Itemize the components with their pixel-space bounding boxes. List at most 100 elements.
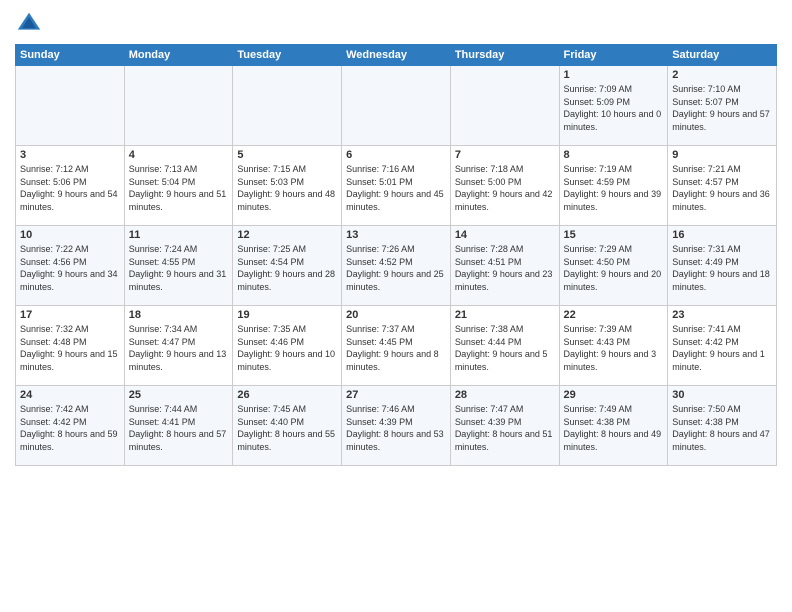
- logo-icon: [15, 10, 43, 38]
- day-number: 7: [455, 149, 555, 161]
- day-info: Sunrise: 7:13 AM Sunset: 5:04 PM Dayligh…: [129, 163, 229, 213]
- calendar-cell: [16, 66, 125, 146]
- header: [15, 10, 777, 38]
- day-info: Sunrise: 7:10 AM Sunset: 5:07 PM Dayligh…: [672, 83, 772, 133]
- calendar-cell: 27 Sunrise: 7:46 AM Sunset: 4:39 PM Dayli…: [342, 386, 451, 466]
- calendar-cell: 18 Sunrise: 7:34 AM Sunset: 4:47 PM Dayli…: [124, 306, 233, 386]
- day-info: Sunrise: 7:47 AM Sunset: 4:39 PM Dayligh…: [455, 403, 555, 453]
- weekday-header-saturday: Saturday: [668, 45, 777, 66]
- day-info: Sunrise: 7:38 AM Sunset: 4:44 PM Dayligh…: [455, 323, 555, 373]
- calendar-week-2: 3 Sunrise: 7:12 AM Sunset: 5:06 PM Daylig…: [16, 146, 777, 226]
- calendar-week-3: 10 Sunrise: 7:22 AM Sunset: 4:56 PM Dayli…: [16, 226, 777, 306]
- day-info: Sunrise: 7:21 AM Sunset: 4:57 PM Dayligh…: [672, 163, 772, 213]
- day-info: Sunrise: 7:15 AM Sunset: 5:03 PM Dayligh…: [237, 163, 337, 213]
- calendar-cell: 11Sunrise: 7:24 AM Sunset: 4:55 PM Dayli…: [124, 226, 233, 306]
- day-info: Sunrise: 7:18 AM Sunset: 5:00 PM Dayligh…: [455, 163, 555, 213]
- calendar-cell: 8 Sunrise: 7:19 AM Sunset: 4:59 PM Daylig…: [559, 146, 668, 226]
- calendar-cell: 16Sunrise: 7:31 AM Sunset: 4:49 PM Dayli…: [668, 226, 777, 306]
- calendar-cell: 17Sunrise: 7:32 AM Sunset: 4:48 PM Dayli…: [16, 306, 125, 386]
- day-number: 19: [237, 309, 337, 321]
- day-info: Sunrise: 7:34 AM Sunset: 4:47 PM Dayligh…: [129, 323, 229, 373]
- day-info: Sunrise: 7:26 AM Sunset: 4:52 PM Dayligh…: [346, 243, 446, 293]
- calendar-cell: 5 Sunrise: 7:15 AM Sunset: 5:03 PM Daylig…: [233, 146, 342, 226]
- day-number: 12: [237, 229, 337, 241]
- day-info: Sunrise: 7:16 AM Sunset: 5:01 PM Dayligh…: [346, 163, 446, 213]
- day-info: Sunrise: 7:35 AM Sunset: 4:46 PM Dayligh…: [237, 323, 337, 373]
- calendar-cell: 28 Sunrise: 7:47 AM Sunset: 4:39 PM Dayli…: [450, 386, 559, 466]
- calendar-table: SundayMondayTuesdayWednesdayThursdayFrid…: [15, 44, 777, 466]
- weekday-header-friday: Friday: [559, 45, 668, 66]
- day-info: Sunrise: 7:46 AM Sunset: 4:39 PM Dayligh…: [346, 403, 446, 453]
- day-number: 6: [346, 149, 446, 161]
- calendar-cell: [450, 66, 559, 146]
- day-number: 24: [20, 389, 120, 401]
- day-info: Sunrise: 7:25 AM Sunset: 4:54 PM Dayligh…: [237, 243, 337, 293]
- day-info: Sunrise: 7:39 AM Sunset: 4:43 PM Dayligh…: [564, 323, 664, 373]
- day-info: Sunrise: 7:28 AM Sunset: 4:51 PM Dayligh…: [455, 243, 555, 293]
- day-info: Sunrise: 7:12 AM Sunset: 5:06 PM Dayligh…: [20, 163, 120, 213]
- weekday-header-monday: Monday: [124, 45, 233, 66]
- calendar-cell: 7 Sunrise: 7:18 AM Sunset: 5:00 PM Daylig…: [450, 146, 559, 226]
- calendar-cell: 23Sunrise: 7:41 AM Sunset: 4:42 PM Dayli…: [668, 306, 777, 386]
- calendar-cell: [124, 66, 233, 146]
- weekday-header-tuesday: Tuesday: [233, 45, 342, 66]
- calendar-cell: 13 Sunrise: 7:26 AM Sunset: 4:52 PM Dayli…: [342, 226, 451, 306]
- day-number: 13: [346, 229, 446, 241]
- day-number: 8: [564, 149, 664, 161]
- day-info: Sunrise: 7:37 AM Sunset: 4:45 PM Dayligh…: [346, 323, 446, 373]
- day-number: 18: [129, 309, 229, 321]
- day-number: 20: [346, 309, 446, 321]
- calendar-cell: 6 Sunrise: 7:16 AM Sunset: 5:01 PM Daylig…: [342, 146, 451, 226]
- calendar-cell: 12 Sunrise: 7:25 AM Sunset: 4:54 PM Dayli…: [233, 226, 342, 306]
- day-info: Sunrise: 7:22 AM Sunset: 4:56 PM Dayligh…: [20, 243, 120, 293]
- day-info: Sunrise: 7:19 AM Sunset: 4:59 PM Dayligh…: [564, 163, 664, 213]
- weekday-header-sunday: Sunday: [16, 45, 125, 66]
- weekday-header-wednesday: Wednesday: [342, 45, 451, 66]
- day-number: 28: [455, 389, 555, 401]
- calendar-cell: 4 Sunrise: 7:13 AM Sunset: 5:04 PM Daylig…: [124, 146, 233, 226]
- day-number: 22: [564, 309, 664, 321]
- day-number: 23: [672, 309, 772, 321]
- day-info: Sunrise: 7:09 AM Sunset: 5:09 PM Dayligh…: [564, 83, 664, 133]
- day-number: 2: [672, 69, 772, 81]
- day-number: 25: [129, 389, 229, 401]
- day-number: 26: [237, 389, 337, 401]
- day-number: 14: [455, 229, 555, 241]
- day-number: 10: [20, 229, 120, 241]
- day-number: 4: [129, 149, 229, 161]
- day-number: 17: [20, 309, 120, 321]
- calendar-cell: 2 Sunrise: 7:10 AM Sunset: 5:07 PM Daylig…: [668, 66, 777, 146]
- calendar-cell: 19 Sunrise: 7:35 AM Sunset: 4:46 PM Dayli…: [233, 306, 342, 386]
- day-info: Sunrise: 7:31 AM Sunset: 4:49 PM Dayligh…: [672, 243, 772, 293]
- day-number: 27: [346, 389, 446, 401]
- day-info: Sunrise: 7:29 AM Sunset: 4:50 PM Dayligh…: [564, 243, 664, 293]
- calendar-cell: [233, 66, 342, 146]
- day-number: 5: [237, 149, 337, 161]
- calendar-cell: 14 Sunrise: 7:28 AM Sunset: 4:51 PM Dayli…: [450, 226, 559, 306]
- calendar-cell: 3 Sunrise: 7:12 AM Sunset: 5:06 PM Daylig…: [16, 146, 125, 226]
- calendar-cell: 26 Sunrise: 7:45 AM Sunset: 4:40 PM Dayli…: [233, 386, 342, 466]
- day-number: 29: [564, 389, 664, 401]
- day-number: 9: [672, 149, 772, 161]
- calendar-cell: 29 Sunrise: 7:49 AM Sunset: 4:38 PM Dayli…: [559, 386, 668, 466]
- day-info: Sunrise: 7:44 AM Sunset: 4:41 PM Dayligh…: [129, 403, 229, 453]
- calendar-cell: 22 Sunrise: 7:39 AM Sunset: 4:43 PM Dayli…: [559, 306, 668, 386]
- calendar-cell: [342, 66, 451, 146]
- calendar-week-4: 17Sunrise: 7:32 AM Sunset: 4:48 PM Dayli…: [16, 306, 777, 386]
- calendar-cell: 9 Sunrise: 7:21 AM Sunset: 4:57 PM Daylig…: [668, 146, 777, 226]
- calendar-cell: 10 Sunrise: 7:22 AM Sunset: 4:56 PM Dayli…: [16, 226, 125, 306]
- day-number: 1: [564, 69, 664, 81]
- day-number: 30: [672, 389, 772, 401]
- page-container: SundayMondayTuesdayWednesdayThursdayFrid…: [0, 0, 792, 471]
- day-number: 21: [455, 309, 555, 321]
- day-number: 3: [20, 149, 120, 161]
- calendar-cell: 24Sunrise: 7:42 AM Sunset: 4:42 PM Dayli…: [16, 386, 125, 466]
- day-number: 15: [564, 229, 664, 241]
- day-number: 11: [129, 229, 229, 241]
- calendar-cell: 20 Sunrise: 7:37 AM Sunset: 4:45 PM Dayli…: [342, 306, 451, 386]
- day-info: Sunrise: 7:49 AM Sunset: 4:38 PM Dayligh…: [564, 403, 664, 453]
- calendar-cell: 21 Sunrise: 7:38 AM Sunset: 4:44 PM Dayli…: [450, 306, 559, 386]
- day-info: Sunrise: 7:45 AM Sunset: 4:40 PM Dayligh…: [237, 403, 337, 453]
- day-info: Sunrise: 7:50 AM Sunset: 4:38 PM Dayligh…: [672, 403, 772, 453]
- weekday-header-thursday: Thursday: [450, 45, 559, 66]
